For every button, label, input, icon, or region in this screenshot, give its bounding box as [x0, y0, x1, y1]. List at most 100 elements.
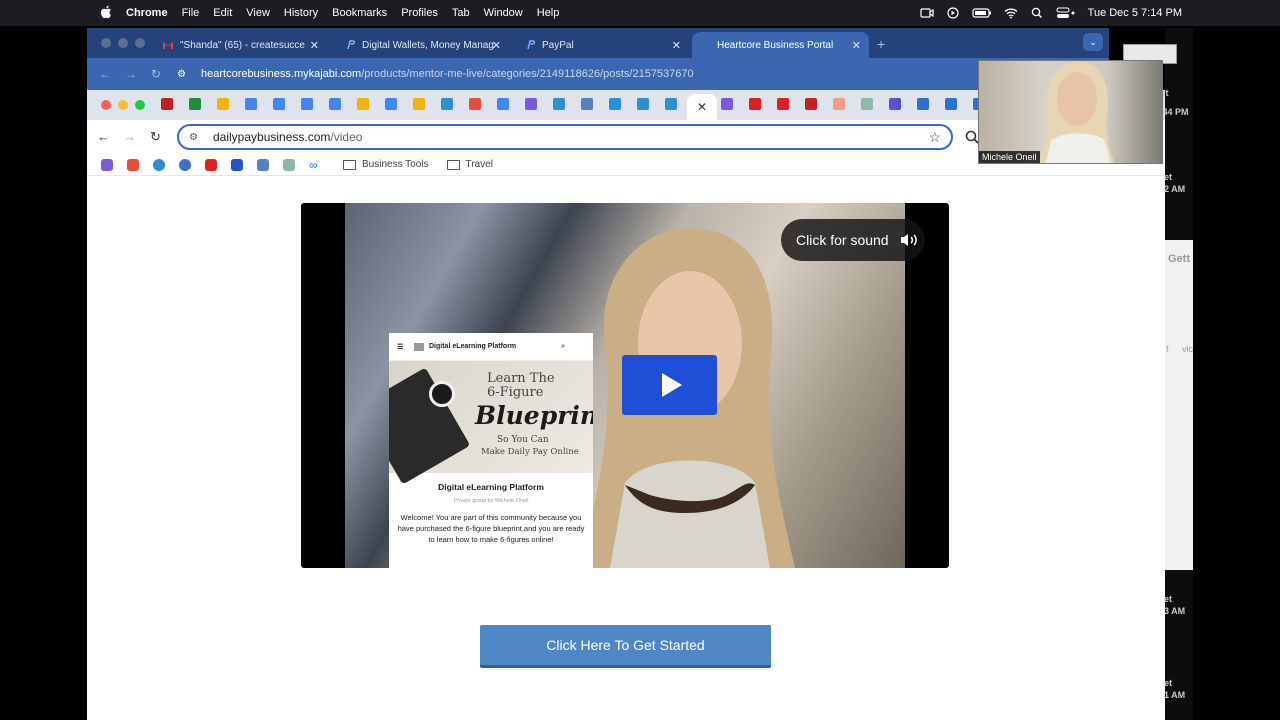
menu-help[interactable]: Help: [537, 7, 560, 19]
pinned-tab-icon[interactable]: [525, 98, 537, 110]
close-tab-icon[interactable]: ✕: [492, 39, 501, 52]
bookmark-favicon[interactable]: [257, 158, 269, 171]
pinned-tab-icon[interactable]: [161, 98, 173, 110]
pinned-tab-icon[interactable]: [609, 98, 621, 110]
bookmark-favicon[interactable]: [127, 158, 139, 171]
pinned-tab-icon[interactable]: [357, 98, 369, 110]
back-url[interactable]: heartcorebusiness.mykajabi.com/products/…: [201, 68, 694, 80]
pinned-tab-icon[interactable]: [413, 98, 425, 110]
pinned-tab-icon[interactable]: [301, 98, 313, 110]
pinned-tab-icon[interactable]: [777, 98, 789, 110]
menu-view[interactable]: View: [246, 7, 270, 19]
bookmark-folder-business-tools[interactable]: Business Tools: [343, 159, 429, 170]
site-info-icon[interactable]: ⚙: [177, 69, 191, 80]
pinned-tab-icon[interactable]: [833, 98, 845, 110]
spotlight-search-icon[interactable]: [1030, 7, 1044, 19]
close-tab-icon[interactable]: ✕: [310, 39, 319, 52]
tab-search-icon[interactable]: ⌄: [1083, 33, 1103, 51]
back-tab-digital-wallets[interactable]: Digital Wallets, Money Manag ✕: [337, 32, 509, 58]
meta-icon[interactable]: ∞: [309, 159, 325, 171]
address-bar[interactable]: ⚙ dailypaybusiness.com/video ☆: [177, 124, 953, 150]
new-tab-icon[interactable]: +: [877, 36, 885, 52]
play-status-icon[interactable]: [946, 7, 960, 19]
back-tab-heartcore[interactable]: Heartcore Business Portal ✕: [692, 32, 869, 58]
camera-status-icon[interactable]: [920, 7, 934, 19]
webcam-name-label: Michele Oneil: [979, 151, 1040, 163]
pinned-tab-icon[interactable]: [245, 98, 257, 110]
pinned-tab-icon[interactable]: [441, 98, 453, 110]
bookmark-favicon[interactable]: [153, 158, 165, 171]
search-icon: ⌕: [561, 342, 565, 350]
minimize-window-button[interactable]: [118, 100, 128, 110]
bookmark-favicon[interactable]: [231, 158, 243, 171]
menu-history[interactable]: History: [284, 7, 318, 19]
close-window-button[interactable]: [101, 38, 111, 48]
pinned-tab-icon[interactable]: [469, 98, 481, 110]
sound-label: Click for sound: [796, 232, 889, 248]
reload-icon[interactable]: ↻: [150, 129, 161, 145]
control-center-icon[interactable]: [1056, 7, 1076, 19]
pinned-tab-icon[interactable]: [861, 98, 873, 110]
menu-tab[interactable]: Tab: [452, 7, 470, 19]
menu-edit[interactable]: Edit: [213, 7, 232, 19]
bookmark-favicon[interactable]: [179, 158, 191, 171]
webcam-overlay: Michele Oneil: [978, 60, 1163, 164]
pinned-tab-icon[interactable]: [749, 98, 761, 110]
close-tab-icon[interactable]: ✕: [852, 39, 861, 52]
tab-label: PayPal: [542, 39, 574, 51]
close-tab-icon[interactable]: ✕: [672, 39, 681, 52]
back-arrow-icon[interactable]: ←: [97, 129, 110, 144]
pinned-tab-icon[interactable]: [329, 98, 341, 110]
bookmark-folder-travel[interactable]: Travel: [446, 159, 493, 170]
side-fragment: 1 AM: [1164, 690, 1186, 700]
menu-file[interactable]: File: [182, 7, 200, 19]
menubar-datetime[interactable]: Tue Dec 5 7:14 PM: [1088, 7, 1182, 19]
pinned-tab-icon[interactable]: [721, 98, 733, 110]
zoom-window-button[interactable]: [135, 38, 145, 48]
bookmark-favicon[interactable]: [101, 158, 113, 171]
zoom-window-button[interactable]: [135, 100, 145, 110]
back-browser-window: "Shanda" (65) - createsucce ✕ Digital Wa…: [87, 28, 1109, 98]
menu-profiles[interactable]: Profiles: [401, 7, 438, 19]
pinned-tab-icon[interactable]: [189, 98, 201, 110]
play-button[interactable]: [622, 355, 717, 415]
pinned-tab-icon[interactable]: [553, 98, 565, 110]
reload-icon[interactable]: ↻: [151, 67, 165, 81]
side-fragment: f: [1166, 344, 1169, 354]
apple-icon[interactable]: [100, 5, 112, 19]
get-started-button[interactable]: Click Here To Get Started: [480, 625, 771, 668]
bookmark-star-icon[interactable]: ☆: [928, 129, 941, 146]
mockup-header-title: Digital eLearning Platform: [429, 343, 517, 350]
pinned-tab-icon[interactable]: [217, 98, 229, 110]
wifi-icon[interactable]: [1004, 7, 1018, 19]
url-host: dailypaybusiness.com: [213, 130, 331, 144]
minimize-window-button[interactable]: [118, 38, 128, 48]
menu-bookmarks[interactable]: Bookmarks: [332, 7, 387, 19]
back-arrow-icon[interactable]: ←: [99, 67, 113, 81]
pinned-tab-icon[interactable]: [497, 98, 509, 110]
pinned-tab-icon[interactable]: [889, 98, 901, 110]
zoom-icon[interactable]: [965, 130, 979, 144]
youtube-icon[interactable]: [205, 158, 217, 171]
active-tab-close-icon[interactable]: ✕: [687, 94, 717, 120]
back-tab-gmail[interactable]: "Shanda" (65) - createsucce ✕: [155, 32, 327, 58]
pinned-tab-icon[interactable]: [581, 98, 593, 110]
pinned-tab-icon[interactable]: [665, 98, 677, 110]
click-for-sound-button[interactable]: Click for sound: [781, 219, 925, 261]
pinned-tab-icon[interactable]: [385, 98, 397, 110]
pinned-tab-icon[interactable]: [945, 98, 957, 110]
menu-window[interactable]: Window: [484, 7, 523, 19]
pinned-tab-icon[interactable]: [273, 98, 285, 110]
pinned-tab-icon[interactable]: [805, 98, 817, 110]
pinned-tab-icon[interactable]: [637, 98, 649, 110]
video-player[interactable]: ☰ Digital eLearning Platform ⌕ Learn The…: [301, 203, 949, 568]
site-info-icon[interactable]: ⚙: [189, 132, 201, 143]
forward-arrow-icon[interactable]: →: [125, 67, 139, 81]
back-tab-paypal[interactable]: PayPal ✕: [517, 32, 689, 58]
bookmark-favicon[interactable]: [283, 158, 295, 171]
menu-app-name[interactable]: Chrome: [126, 7, 168, 19]
forward-arrow-icon[interactable]: →: [123, 129, 136, 144]
close-window-button[interactable]: [101, 100, 111, 110]
pinned-tab-icon[interactable]: [917, 98, 929, 110]
battery-icon[interactable]: [972, 7, 992, 19]
